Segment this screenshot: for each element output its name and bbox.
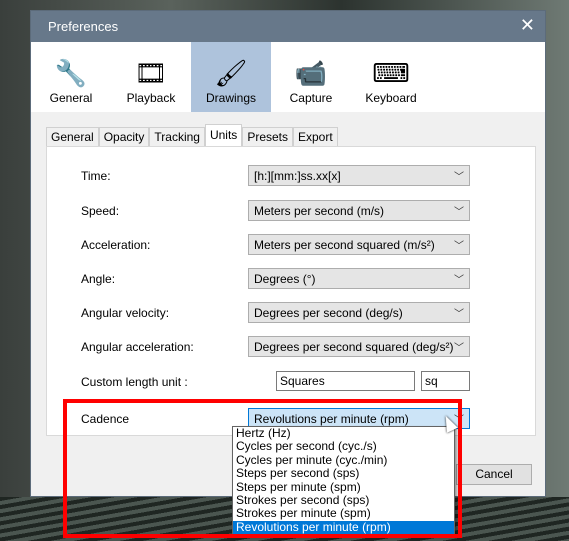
dropdown-option[interactable]: Cycles per second (cyc./s) bbox=[233, 439, 454, 453]
chevron-down-icon: ﹀ bbox=[454, 309, 464, 320]
tab-tracking[interactable]: Tracking bbox=[149, 127, 205, 146]
time-label: Time: bbox=[81, 169, 111, 183]
speed-label: Speed: bbox=[81, 204, 120, 218]
angle-select[interactable]: Degrees (°) ﹀ bbox=[248, 268, 470, 289]
angular-velocity-label: Angular velocity: bbox=[81, 306, 170, 320]
angular-acceleration-value: Degrees per second squared (deg/s²) bbox=[254, 340, 454, 354]
category-playback[interactable]: 🎞 Playback bbox=[111, 42, 191, 112]
angular-velocity-select[interactable]: Degrees per second (deg/s) ﹀ bbox=[248, 302, 470, 323]
units-panel: Time: [h:][mm:]ss.xx[x] ﹀ Speed: Meters p… bbox=[46, 146, 536, 436]
tab-opacity[interactable]: Opacity bbox=[98, 127, 150, 146]
category-label: General bbox=[49, 91, 93, 105]
tab-export[interactable]: Export bbox=[293, 127, 338, 146]
time-select[interactable]: [h:][mm:]ss.xx[x] ﹀ bbox=[248, 165, 470, 186]
tab-presets[interactable]: Presets bbox=[242, 127, 293, 146]
cadence-value: Revolutions per minute (rpm) bbox=[254, 412, 409, 426]
dropdown-option[interactable]: Strokes per second (sps) bbox=[233, 493, 454, 507]
acceleration-select[interactable]: Meters per second squared (m/s²) ﹀ bbox=[248, 234, 470, 255]
dropdown-option[interactable]: Hertz (Hz) bbox=[233, 426, 454, 440]
close-icon[interactable]: ✕ bbox=[520, 15, 535, 36]
camcorder-icon: 📹 bbox=[294, 58, 328, 88]
category-drawings[interactable]: 🖌 Drawings bbox=[191, 42, 271, 112]
cadence-dropdown-list: Hertz (Hz) Cycles per second (cyc./s) Cy… bbox=[232, 426, 455, 536]
angular-acceleration-label: Angular acceleration: bbox=[81, 340, 194, 354]
angle-label: Angle: bbox=[81, 272, 116, 286]
category-label: Capture bbox=[289, 91, 333, 105]
acceleration-value: Meters per second squared (m/s²) bbox=[254, 238, 435, 252]
dropdown-option[interactable]: Cycles per minute (cyc./min) bbox=[233, 453, 454, 467]
chevron-down-icon: ﹀ bbox=[454, 172, 464, 183]
category-keyboard[interactable]: ⌨ Keyboard bbox=[351, 42, 431, 112]
category-label: Playback bbox=[126, 91, 176, 105]
angle-value: Degrees (°) bbox=[254, 272, 316, 286]
custom-length-label: Custom length unit : bbox=[81, 375, 188, 389]
tab-general[interactable]: General bbox=[46, 127, 99, 146]
custom-length-abbr-input[interactable] bbox=[421, 371, 470, 391]
window-title: Preferences bbox=[48, 19, 119, 34]
cadence-label: Cadence bbox=[81, 412, 130, 426]
chevron-down-icon: ﹀ bbox=[454, 343, 464, 354]
chevron-down-icon: ﹀ bbox=[454, 275, 464, 286]
tab-strip: General Opacity Tracking Units Presets E… bbox=[46, 124, 338, 146]
angular-acceleration-select[interactable]: Degrees per second squared (deg/s²) ﹀ bbox=[248, 336, 470, 357]
acceleration-label: Acceleration: bbox=[81, 238, 151, 252]
preferences-dialog: Preferences ✕ 🔧 General 🎞 Playback 🖌 Drawin… bbox=[30, 10, 546, 497]
category-label: Keyboard bbox=[365, 91, 417, 105]
brushes-cup-icon: 🖌 bbox=[214, 58, 248, 88]
speed-select[interactable]: Meters per second (m/s) ﹀ bbox=[248, 200, 470, 221]
category-general[interactable]: 🔧 General bbox=[31, 42, 111, 112]
chevron-down-icon: ﹀ bbox=[454, 241, 464, 252]
category-label: Drawings bbox=[205, 91, 256, 105]
title-bar: Preferences ✕ bbox=[31, 11, 545, 42]
angular-velocity-value: Degrees per second (deg/s) bbox=[254, 306, 403, 320]
cancel-button[interactable]: Cancel bbox=[456, 464, 532, 485]
chevron-down-icon: ﹀ bbox=[454, 207, 464, 218]
wrench-screwdriver-icon: 🔧 bbox=[54, 58, 88, 88]
tab-units[interactable]: Units bbox=[204, 124, 243, 146]
dropdown-option[interactable]: Steps per second (sps) bbox=[233, 466, 454, 480]
custom-length-name-input[interactable] bbox=[276, 371, 415, 391]
category-capture[interactable]: 📹 Capture bbox=[271, 42, 351, 112]
film-reel-icon: 🎞 bbox=[134, 58, 168, 88]
speed-value: Meters per second (m/s) bbox=[254, 204, 385, 218]
time-value: [h:][mm:]ss.xx[x] bbox=[254, 169, 341, 183]
dropdown-option[interactable]: Strokes per minute (spm) bbox=[233, 506, 454, 520]
category-bar: 🔧 General 🎞 Playback 🖌 Drawings 📹 Capture ⌨ K… bbox=[31, 42, 545, 112]
dropdown-option-selected[interactable]: Revolutions per minute (rpm) bbox=[233, 520, 454, 535]
keyboard-keys-icon: ⌨ bbox=[372, 58, 410, 88]
dropdown-option[interactable]: Steps per minute (spm) bbox=[233, 480, 454, 494]
